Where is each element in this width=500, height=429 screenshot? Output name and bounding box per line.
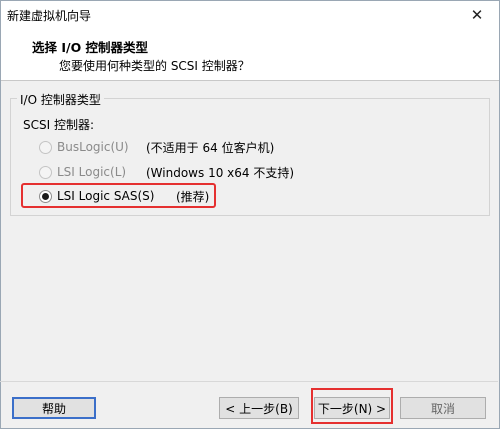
- radio-label: LSI Logic(L): [57, 165, 127, 179]
- cancel-button[interactable]: 取消: [400, 397, 486, 419]
- highlight-box-selected-option: [21, 183, 216, 208]
- radio-button-icon[interactable]: [39, 165, 52, 179]
- footer-divider: [0, 381, 498, 382]
- option-note: (Windows 10 x64 不支持): [146, 166, 295, 180]
- wizard-header: 选择 I/O 控制器类型 您要使用何种类型的 SCSI 控制器？: [1, 29, 499, 81]
- radio-button-icon[interactable]: [39, 140, 52, 154]
- radio-option-lsi-logic[interactable]: LSI Logic(L): [39, 163, 126, 181]
- window-title: 新建虚拟机向导: [7, 9, 92, 23]
- radio-label: BusLogic(U): [57, 140, 129, 154]
- title-bar: 新建虚拟机向导 ✕: [1, 1, 499, 29]
- help-button[interactable]: 帮助: [12, 397, 96, 419]
- radio-option-buslogic[interactable]: BusLogic(U): [39, 138, 129, 156]
- scsi-controller-label: SCSI 控制器:: [23, 118, 95, 132]
- option-note: (不适用于 64 位客户机): [146, 141, 275, 155]
- highlight-box-next-button: [311, 388, 393, 424]
- page-title: 选择 I/O 控制器类型: [32, 40, 149, 55]
- back-button[interactable]: < 上一步(B): [219, 397, 299, 419]
- group-legend: I/O 控制器类型: [17, 91, 104, 108]
- close-icon[interactable]: ✕: [455, 1, 499, 29]
- page-subtitle: 您要使用何种类型的 SCSI 控制器？: [59, 59, 250, 73]
